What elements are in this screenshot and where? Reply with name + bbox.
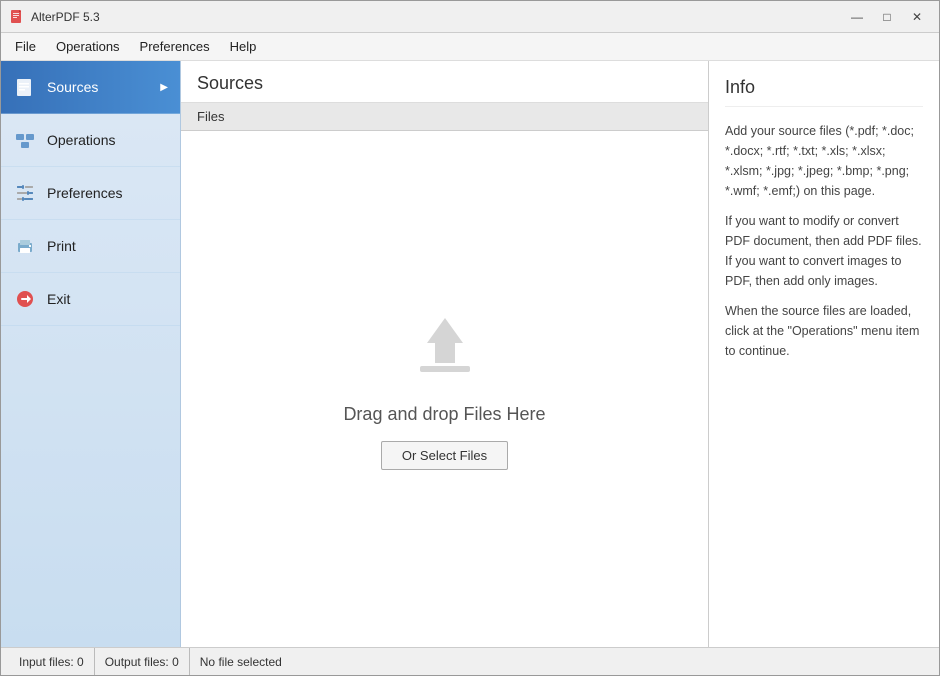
sidebar-item-preferences[interactable]: Preferences [1, 167, 180, 220]
sidebar-exit-label: Exit [47, 291, 70, 307]
sources-icon [13, 75, 37, 99]
operations-icon [13, 128, 37, 152]
window-controls: — □ ✕ [843, 6, 931, 28]
sidebar-sources-label: Sources [47, 79, 98, 95]
info-panel: Info Add your source files (*.pdf; *.doc… [709, 61, 939, 647]
sidebar-item-exit[interactable]: Exit [1, 273, 180, 326]
title-bar: AlterPDF 5.3 — □ ✕ [1, 1, 939, 33]
info-paragraph-3: When the source files are loaded, click … [725, 301, 923, 361]
info-text: Add your source files (*.pdf; *.doc; *.d… [725, 121, 923, 361]
info-paragraph-1: Add your source files (*.pdf; *.doc; *.d… [725, 121, 923, 201]
drop-icon [405, 308, 485, 388]
exit-icon [13, 287, 37, 311]
menu-preferences[interactable]: Preferences [130, 35, 220, 58]
drop-zone[interactable]: Drag and drop Files Here Or Select Files [181, 131, 708, 647]
sidebar-item-operations[interactable]: Operations [1, 114, 180, 167]
app-icon [9, 9, 25, 25]
minimize-button[interactable]: — [843, 6, 871, 28]
info-paragraph-2: If you want to modify or convert PDF doc… [725, 211, 923, 291]
sources-panel-title: Sources [181, 61, 708, 103]
maximize-button[interactable]: □ [873, 6, 901, 28]
app-title: AlterPDF 5.3 [31, 10, 843, 24]
sidebar-operations-label: Operations [47, 132, 115, 148]
print-icon [13, 234, 37, 258]
input-files-status: Input files: 0 [9, 648, 95, 675]
status-message: No file selected [190, 648, 292, 675]
content-area: Sources Files Drag and drop Files Here O… [181, 61, 939, 647]
output-files-status: Output files: 0 [95, 648, 190, 675]
sidebar-preferences-label: Preferences [47, 185, 122, 201]
menu-file[interactable]: File [5, 35, 46, 58]
files-tab[interactable]: Files [181, 103, 708, 131]
preferences-icon [13, 181, 37, 205]
sources-chevron: ▶ [160, 82, 168, 93]
sources-panel: Sources Files Drag and drop Files Here O… [181, 61, 709, 647]
sidebar: Sources ▶ Operations [1, 61, 181, 647]
menu-help[interactable]: Help [220, 35, 267, 58]
drag-drop-text: Drag and drop Files Here [343, 404, 545, 425]
sidebar-print-label: Print [47, 238, 76, 254]
status-bar: Input files: 0 Output files: 0 No file s… [1, 647, 939, 675]
sidebar-item-sources[interactable]: Sources ▶ [1, 61, 180, 114]
main-container: Sources ▶ Operations [1, 61, 939, 647]
info-title: Info [725, 77, 923, 107]
select-files-button[interactable]: Or Select Files [381, 441, 508, 470]
menu-operations[interactable]: Operations [46, 35, 130, 58]
sidebar-item-print[interactable]: Print [1, 220, 180, 273]
close-button[interactable]: ✕ [903, 6, 931, 28]
menu-bar: File Operations Preferences Help [1, 33, 939, 61]
